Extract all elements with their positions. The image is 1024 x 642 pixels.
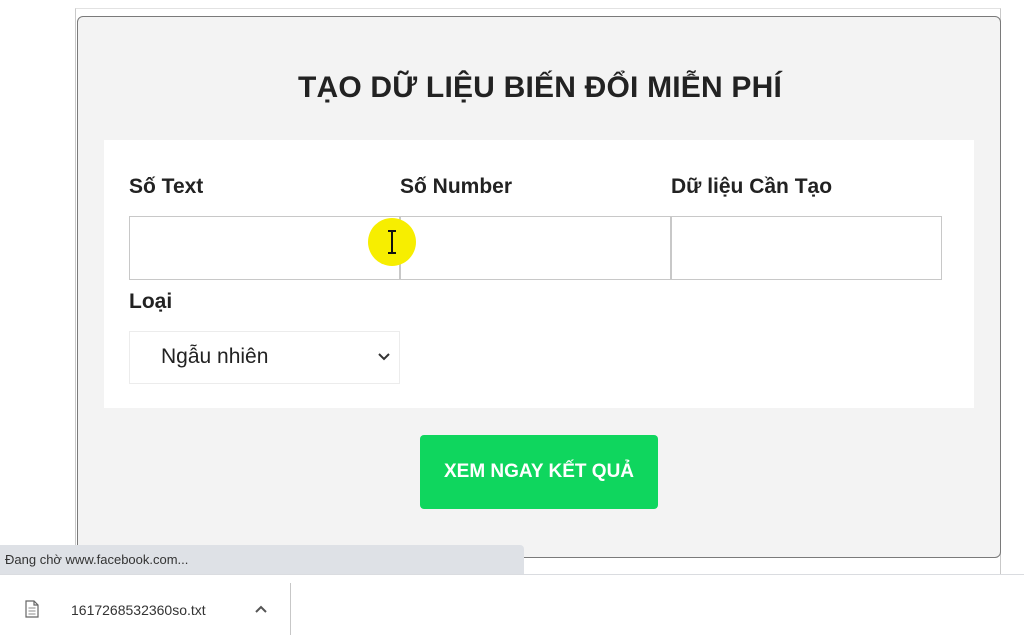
data-to-create-label: Dữ liệu Cần Tạo — [671, 175, 833, 198]
type-select[interactable]: Ngẫu nhiên — [129, 331, 400, 384]
download-file-name: 1617268532360so.txt — [71, 602, 206, 618]
page-title: TẠO DỮ LIỆU BIẾN ĐỔI MIỄN PHÍ — [297, 71, 783, 104]
view-result-button[interactable]: XEM NGAY KẾT QUẢ — [420, 435, 658, 509]
generator-card: TẠO DỮ LIỆU BIẾN ĐỔI MIỄN PHÍ Số Text Số… — [77, 16, 1001, 558]
type-label: Loại — [129, 290, 173, 313]
type-select-value: Ngẫu nhiên — [161, 345, 269, 368]
download-item[interactable]: 1617268532360so.txt — [0, 575, 290, 642]
number-count-label: Số Number — [400, 175, 513, 198]
text-cursor-icon — [388, 230, 396, 254]
data-to-create-input[interactable] — [671, 216, 942, 280]
status-bubble: Đang chờ www.facebook.com... — [0, 545, 524, 574]
download-bar: 1617268532360so.txt — [0, 574, 1024, 642]
number-count-input[interactable] — [400, 216, 671, 280]
text-count-input[interactable] — [129, 216, 400, 280]
form-panel: Số Text Số Number Dữ liệu Cần Tạo Loại N… — [104, 140, 974, 408]
chevron-down-icon — [378, 353, 390, 361]
download-divider — [290, 583, 291, 635]
chevron-up-icon[interactable] — [254, 604, 268, 614]
text-count-label: Số Text — [129, 175, 204, 198]
file-icon — [25, 600, 39, 618]
